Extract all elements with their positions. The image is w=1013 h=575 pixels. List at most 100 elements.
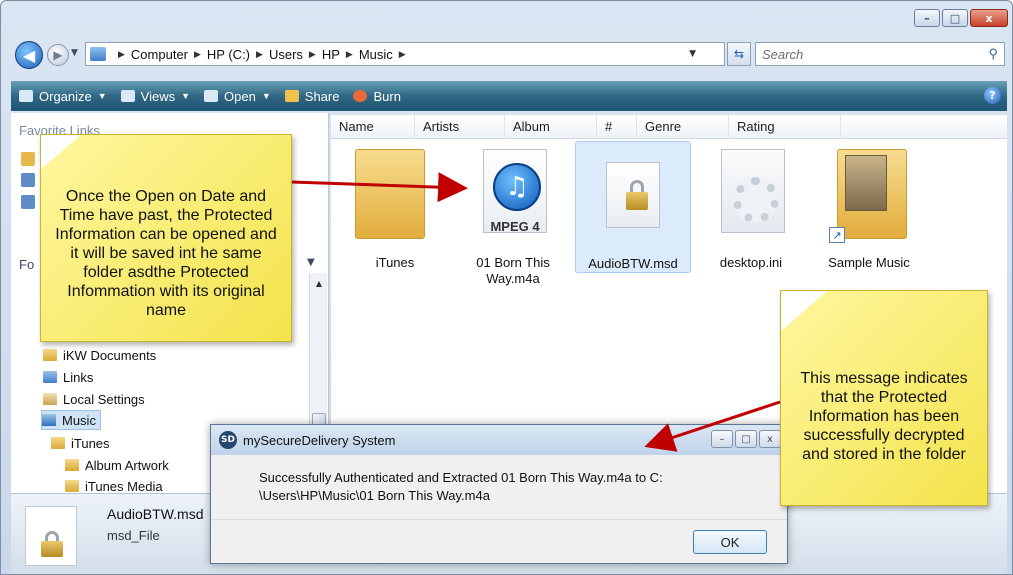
dialog-title: mySecureDelivery System bbox=[243, 432, 396, 448]
tree-item-album-artwork[interactable]: Album Artwork bbox=[65, 455, 169, 475]
open-button[interactable]: Open ▼ bbox=[204, 89, 271, 104]
close-button[interactable]: x bbox=[970, 9, 1008, 27]
address-history-dropdown[interactable]: ▼ bbox=[689, 49, 696, 59]
shortcut-arrow-icon: ↗ bbox=[829, 227, 845, 243]
file-item-sample-music[interactable]: ↗ Sample Music bbox=[811, 141, 927, 271]
tree-item-label: iKW Documents bbox=[63, 347, 157, 363]
dialog-caption-buttons: – □ x bbox=[709, 430, 781, 448]
column-header-rating[interactable]: Rating bbox=[729, 115, 841, 139]
callout-note-right-text: This message indicates that the Protecte… bbox=[800, 370, 968, 463]
chevron-down-icon: ▼ bbox=[181, 91, 191, 101]
column-header-genre[interactable]: Genre bbox=[637, 115, 729, 139]
breadcrumb-music[interactable]: Music bbox=[359, 47, 393, 62]
folder-shape bbox=[355, 149, 425, 239]
tree-item-music[interactable]: Music bbox=[41, 410, 101, 430]
column-header-name[interactable]: Name bbox=[331, 115, 415, 139]
views-label: Views bbox=[140, 88, 176, 104]
search-input[interactable]: Search ⚲ bbox=[755, 42, 1005, 66]
folder-icon bbox=[51, 437, 65, 449]
locked-file-icon bbox=[576, 142, 690, 252]
search-icon[interactable]: ⚲ bbox=[988, 46, 998, 62]
chevron-down-icon[interactable]: ▼ bbox=[307, 257, 315, 268]
burn-button[interactable]: Burn bbox=[353, 89, 401, 104]
computer-folder-icon bbox=[90, 47, 106, 61]
dialog-minimize-button[interactable]: – bbox=[711, 430, 733, 448]
dialog-title-bar[interactable]: SD mySecureDelivery System – □ x bbox=[211, 425, 787, 455]
ok-button[interactable]: OK bbox=[693, 530, 767, 554]
column-header-number[interactable]: # bbox=[597, 115, 637, 139]
file-item-itunes[interactable]: iTunes bbox=[337, 141, 453, 271]
breadcrumb-hp[interactable]: HP bbox=[322, 47, 340, 62]
folders-header[interactable]: Fo bbox=[19, 257, 34, 272]
help-icon[interactable]: ? bbox=[984, 87, 1001, 104]
gear-icon bbox=[733, 177, 779, 223]
breadcrumb-separator-icon[interactable]: ▶ bbox=[346, 49, 353, 60]
folder-icon bbox=[65, 459, 79, 471]
music-icon bbox=[21, 195, 35, 209]
column-header-album[interactable]: Album bbox=[505, 115, 597, 139]
file-item-audiobtw[interactable]: AudioBTW.msd bbox=[575, 141, 691, 273]
search-placeholder: Search bbox=[762, 46, 804, 62]
tree-item-ikw-documents[interactable]: iKW Documents bbox=[43, 345, 156, 365]
open-icon bbox=[204, 90, 219, 102]
breadcrumb-computer[interactable]: Computer bbox=[131, 47, 188, 62]
success-dialog: SD mySecureDelivery System – □ x Success… bbox=[210, 424, 788, 564]
tree-item-local-settings[interactable]: Local Settings bbox=[43, 389, 145, 409]
share-icon bbox=[284, 90, 299, 102]
views-icon bbox=[120, 90, 135, 102]
views-button[interactable]: Views ▼ bbox=[120, 88, 191, 104]
forward-button[interactable]: ▶ bbox=[47, 44, 69, 66]
minimize-button[interactable]: – bbox=[914, 9, 940, 27]
dialog-maximize-button[interactable]: □ bbox=[735, 430, 757, 448]
dialog-close-button[interactable]: x bbox=[759, 430, 781, 448]
dialog-footer: OK bbox=[211, 519, 787, 563]
scroll-up-icon[interactable]: ▲ bbox=[310, 279, 328, 288]
favorite-link-3[interactable] bbox=[21, 195, 41, 209]
album-art-thumbnail bbox=[845, 155, 887, 211]
breadcrumb-separator-icon[interactable]: ▶ bbox=[194, 49, 201, 60]
file-item-desktop-ini[interactable]: desktop.ini bbox=[693, 141, 809, 271]
share-button[interactable]: Share bbox=[284, 89, 339, 104]
details-file-name: AudioBTW.msd bbox=[107, 506, 204, 522]
favorite-link-2[interactable] bbox=[21, 173, 41, 187]
dialog-message: Successfully Authenticated and Extracted… bbox=[259, 470, 663, 503]
tree-item-label: iTunes bbox=[71, 435, 110, 451]
chevron-down-icon: ▼ bbox=[97, 91, 107, 101]
file-name: desktop.ini bbox=[719, 255, 783, 270]
recent-pages-dropdown[interactable]: ▼ bbox=[71, 48, 78, 58]
mpeg4-badge: MPEG 4 bbox=[490, 219, 540, 234]
note-folded-corner bbox=[781, 291, 827, 331]
breadcrumb-separator-icon[interactable]: ▶ bbox=[399, 49, 406, 60]
tree-item-itunes[interactable]: iTunes bbox=[51, 433, 110, 453]
settings-file-icon bbox=[693, 141, 809, 251]
back-button[interactable]: ◀ bbox=[15, 41, 43, 69]
maximize-button[interactable]: □ bbox=[942, 9, 968, 27]
command-toolbar: Organize ▼ Views ▼ Open ▼ Share Burn ? bbox=[11, 81, 1007, 111]
album-folder-icon: ↗ bbox=[811, 141, 927, 251]
mpeg4-file-icon: ♫ MPEG 4 bbox=[455, 141, 571, 251]
breadcrumb-separator-icon[interactable]: ▶ bbox=[256, 49, 263, 60]
file-name: Sample Music bbox=[828, 255, 910, 270]
callout-note-left-text: Once the Open on Date and Time have past… bbox=[55, 188, 277, 319]
file-item-born-this-way[interactable]: ♫ MPEG 4 01 Born This Way.m4a bbox=[455, 141, 571, 287]
file-name: AudioBTW.msd bbox=[588, 256, 678, 271]
refresh-icon: ⇆ bbox=[733, 47, 745, 61]
column-header-artists[interactable]: Artists bbox=[415, 115, 505, 139]
breadcrumb-users[interactable]: Users bbox=[269, 47, 303, 62]
breadcrumb-separator-icon[interactable]: ▶ bbox=[309, 49, 316, 60]
breadcrumb-drive[interactable]: HP (C:) bbox=[207, 47, 250, 62]
itunes-note-icon: ♫ bbox=[493, 163, 541, 211]
pictures-icon bbox=[21, 173, 35, 187]
folder-icon bbox=[337, 141, 453, 251]
address-row: ◀ ▶ ▼ ▶ Computer ▶ HP (C:) ▶ Users ▶ HP … bbox=[11, 39, 1007, 69]
minimize-icon: – bbox=[924, 11, 930, 25]
file-name: iTunes bbox=[375, 255, 415, 270]
tree-item-links[interactable]: Links bbox=[43, 367, 93, 387]
tree-item-label: Album Artwork bbox=[85, 457, 169, 473]
tree-item-label: Music bbox=[62, 412, 96, 428]
address-bar[interactable]: ▶ Computer ▶ HP (C:) ▶ Users ▶ HP ▶ Musi… bbox=[85, 42, 725, 66]
organize-button[interactable]: Organize ▼ bbox=[19, 89, 107, 104]
music-folder-icon bbox=[42, 414, 56, 426]
refresh-button[interactable]: ⇆ bbox=[727, 42, 751, 66]
folder-icon bbox=[43, 349, 57, 361]
